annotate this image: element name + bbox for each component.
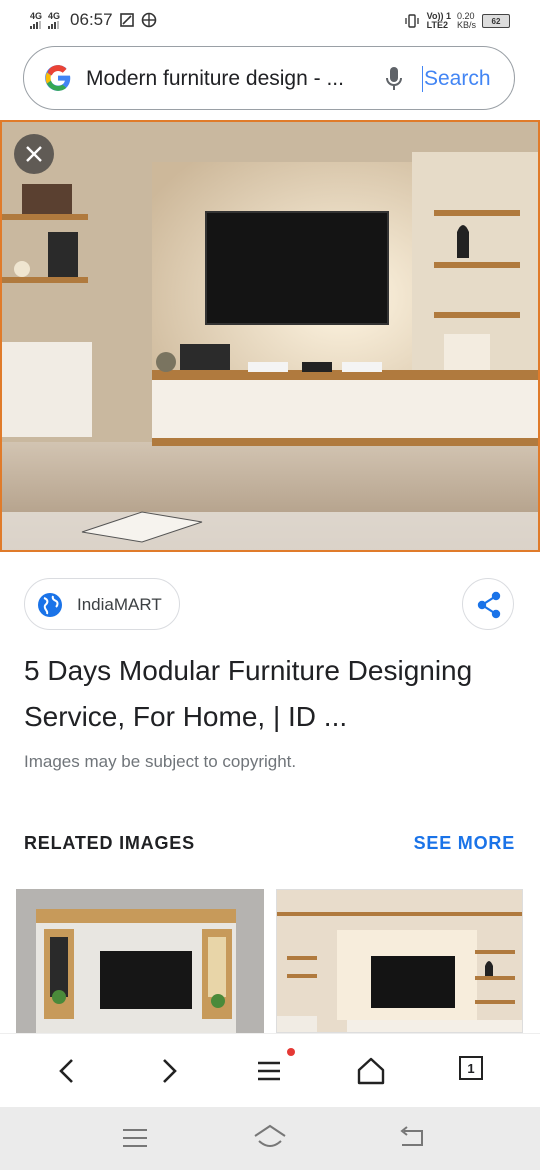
tabs-icon[interactable]: 1 xyxy=(459,1056,483,1080)
network-indicator-1: 4G xyxy=(30,10,43,29)
network-indicator-2: 4G xyxy=(48,10,61,29)
network-speed: 0.20 KB/s xyxy=(457,12,476,30)
source-label: IndiaMART xyxy=(77,595,162,614)
see-more-link[interactable]: SEE MORE xyxy=(414,833,515,854)
network-type-1: 4G xyxy=(30,10,43,21)
result-title[interactable]: 5 Days Modular Furniture Designing Servi… xyxy=(24,648,519,740)
vibrate-icon xyxy=(404,14,419,28)
related-image-2-photo xyxy=(277,890,522,1032)
tv-unit-photo xyxy=(2,122,538,550)
share-icon xyxy=(477,591,501,619)
system-back-icon[interactable] xyxy=(396,1125,426,1151)
notification-dot xyxy=(287,1048,295,1056)
search-cursor xyxy=(422,66,423,92)
back-arrow-icon[interactable] xyxy=(50,1054,84,1088)
search-bar[interactable]: Modern furniture design - ... Search xyxy=(23,46,515,110)
system-nav-bar xyxy=(0,1107,540,1170)
volte-indicator: Vo)) 1 LTE2 xyxy=(427,12,451,30)
network-type-2: 4G xyxy=(48,10,61,21)
forward-arrow-icon[interactable] xyxy=(152,1054,186,1088)
related-images-heading: RELATED IMAGES xyxy=(24,833,195,853)
lte-label: LTE2 xyxy=(426,20,448,30)
google-logo-icon xyxy=(45,65,71,91)
share-button[interactable] xyxy=(462,578,514,630)
source-chip[interactable]: IndiaMART xyxy=(24,578,180,630)
clock: 06:57 xyxy=(70,10,113,29)
system-home-icon[interactable] xyxy=(252,1123,288,1153)
related-image-1-photo xyxy=(16,889,264,1033)
tab-count: 1 xyxy=(467,1060,475,1076)
status-bar: 4G 4G 06:57 Vo)) 1 LTE2 0.20 KB/s 62 xyxy=(0,0,540,42)
screenshot-icon xyxy=(119,13,134,27)
browser-toolbar: 1 xyxy=(0,1033,540,1108)
related-image-2[interactable] xyxy=(276,889,523,1033)
battery-indicator: 62 xyxy=(482,14,510,28)
speed-unit: KB/s xyxy=(456,20,476,30)
globe-status-icon xyxy=(141,12,156,28)
globe-icon xyxy=(38,593,62,617)
search-query[interactable]: Modern furniture design - ... xyxy=(86,67,344,91)
recents-icon[interactable] xyxy=(120,1125,150,1151)
close-button[interactable] xyxy=(14,134,54,174)
copyright-note: Images may be subject to copyright. xyxy=(24,752,297,771)
search-button[interactable]: Search xyxy=(424,67,491,91)
home-icon[interactable] xyxy=(354,1054,388,1088)
battery-level: 62 xyxy=(491,16,501,26)
mic-icon[interactable] xyxy=(384,65,404,93)
menu-icon[interactable] xyxy=(253,1054,287,1088)
close-icon xyxy=(26,146,42,162)
related-image-1[interactable] xyxy=(16,889,264,1033)
result-image[interactable] xyxy=(0,120,540,552)
